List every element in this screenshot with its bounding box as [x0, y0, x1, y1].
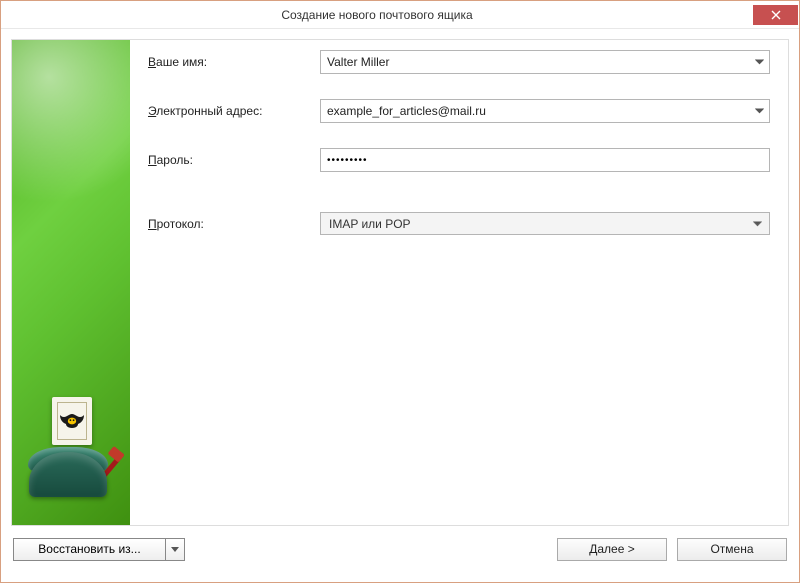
- close-icon: [771, 10, 781, 20]
- window-title: Создание нового почтового ящика: [1, 8, 753, 22]
- protocol-label: Протокол:: [148, 217, 320, 231]
- cancel-button[interactable]: Отмена: [677, 538, 787, 561]
- email-input[interactable]: example_for_articles@mail.ru: [320, 99, 770, 123]
- name-input[interactable]: Valter Miller: [320, 50, 770, 74]
- next-button-label: Далее >: [589, 542, 635, 556]
- chevron-down-icon[interactable]: [751, 218, 763, 230]
- chevron-down-icon[interactable]: [753, 56, 765, 68]
- protocol-select[interactable]: IMAP или POP: [320, 212, 770, 235]
- password-input[interactable]: •••••••••: [320, 148, 770, 172]
- restore-button-label: Восстановить из...: [38, 542, 140, 556]
- bat-icon: [60, 412, 84, 430]
- restore-button-main[interactable]: Восстановить из...: [14, 539, 166, 560]
- row-name: Ваше имя: Valter Miller: [148, 50, 770, 74]
- dialog-window: Создание нового почтового ящика: [0, 0, 800, 583]
- password-label: Пароль:: [148, 153, 320, 167]
- protocol-select-value: IMAP или POP: [329, 217, 411, 231]
- restore-button-dropdown[interactable]: [166, 539, 184, 560]
- row-email: Электронный адрес: example_for_articles@…: [148, 99, 770, 123]
- form-area: Ваше имя: Valter Miller Электронный адре…: [130, 40, 788, 525]
- inner-panel: Ваше имя: Valter Miller Электронный адре…: [11, 39, 789, 526]
- row-protocol: Протокол: IMAP или POP: [148, 212, 770, 235]
- next-button[interactable]: Далее >: [557, 538, 667, 561]
- mailbox-illustration: [24, 397, 119, 507]
- chevron-down-icon[interactable]: [753, 105, 765, 117]
- close-button[interactable]: [753, 5, 798, 25]
- name-label: Ваше имя:: [148, 55, 320, 69]
- stamp-icon: [52, 397, 92, 445]
- email-label: Электронный адрес:: [148, 104, 320, 118]
- row-password: Пароль: •••••••••: [148, 148, 770, 172]
- restore-split-button[interactable]: Восстановить из...: [13, 538, 185, 561]
- triangle-down-icon: [171, 547, 179, 552]
- name-input-value: Valter Miller: [327, 55, 389, 69]
- cancel-button-label: Отмена: [710, 542, 753, 556]
- sidebar-illustration: [12, 40, 130, 525]
- titlebar: Создание нового почтового ящика: [1, 1, 799, 29]
- password-input-value: •••••••••: [327, 155, 368, 166]
- footer: Восстановить из... Далее > Отмена: [11, 526, 789, 572]
- email-input-value: example_for_articles@mail.ru: [327, 104, 486, 118]
- content-area: Ваше имя: Valter Miller Электронный адре…: [1, 29, 799, 582]
